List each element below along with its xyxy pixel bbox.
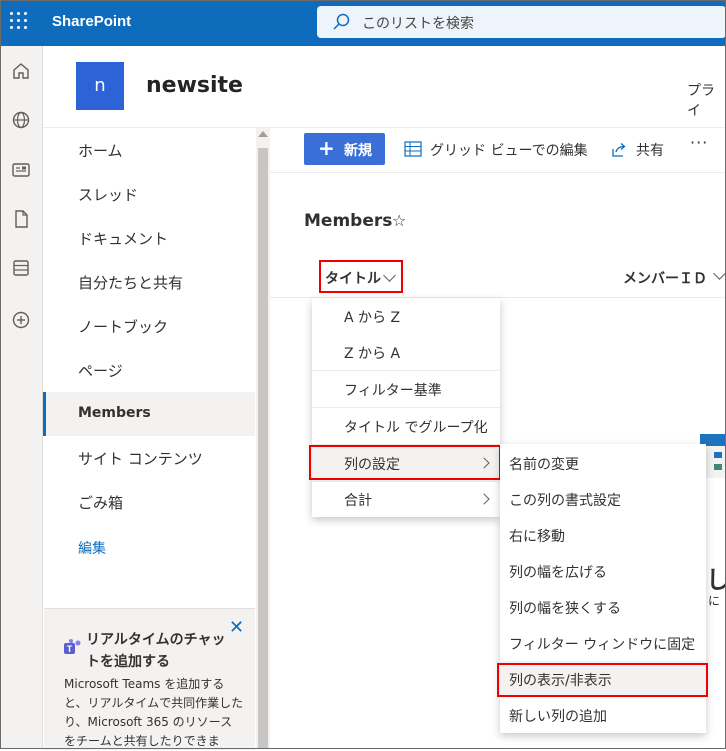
menu-item-label: A から Z [344, 310, 401, 326]
nav-item-notebook[interactable]: ノートブック [43, 304, 255, 348]
chevron-right-icon [478, 457, 490, 469]
nav-item-pages[interactable]: ページ [43, 348, 255, 392]
suite-bar: SharePoint このリストを検索 [0, 0, 726, 46]
plus-icon: + [318, 136, 335, 160]
promo-title: リアルタイムのチャットを追加する [86, 632, 226, 670]
empty-state-text: に [708, 594, 721, 608]
search-box[interactable]: このリストを検索 [317, 6, 726, 38]
nav-item-shared[interactable]: 自分たちと共有 [43, 260, 255, 304]
empty-state-heading: し [706, 566, 726, 594]
app-rail [0, 46, 43, 749]
grid-icon [404, 141, 422, 157]
nav-item-threads[interactable]: スレッド [43, 172, 255, 216]
nav-item-label: ドキュメント [78, 230, 169, 248]
column-header-label: タイトル [325, 271, 381, 287]
menu-item-label: Z から A [344, 346, 401, 362]
nav-item-home[interactable]: ホーム [43, 128, 255, 172]
search-icon [333, 13, 350, 30]
menu-item-totals[interactable]: 合計 [312, 481, 500, 517]
submenu-item-show-hide-columns[interactable]: 列の表示/非表示 [500, 661, 706, 697]
submenu-item-label: 名前の変更 [509, 457, 579, 473]
nav-item-label: サイト コンテンツ [78, 450, 203, 468]
nav-edit-link[interactable]: 編集 [78, 538, 106, 558]
nav-item-label: スレッド [78, 186, 139, 204]
command-bar-divider [270, 172, 726, 173]
site-logo[interactable]: n [76, 62, 124, 110]
nav-item-documents[interactable]: ドキュメント [43, 216, 255, 260]
menu-item-group-by[interactable]: タイトル でグループ化 [312, 408, 500, 444]
menu-item-sort-a-z[interactable]: A から Z [312, 298, 500, 334]
share-label: 共有 [636, 143, 664, 159]
submenu-item-label: 列の幅を広げる [509, 565, 607, 581]
home-icon[interactable] [8, 58, 34, 84]
menu-item-sort-z-a[interactable]: Z から A [312, 334, 500, 370]
add-circle-icon[interactable] [8, 307, 34, 333]
grid-edit-label: グリッド ビューでの編集 [430, 143, 588, 159]
column-header-member-id[interactable]: メンバーＩＤ [623, 268, 707, 288]
submenu-item-pin-to-filter[interactable]: フィルター ウィンドウに固定 [500, 625, 706, 661]
news-icon[interactable] [8, 157, 34, 183]
teams-icon: T [64, 639, 81, 654]
submenu-item-label: 列の幅を狭くする [509, 601, 621, 617]
nav-item-label: ホーム [78, 142, 123, 160]
chevron-right-icon [478, 493, 490, 505]
chevron-down-icon[interactable] [713, 267, 726, 280]
site-title[interactable]: newsite [146, 73, 243, 98]
nav-item-site-contents[interactable]: サイト コンテンツ [43, 436, 255, 480]
share-icon [612, 143, 626, 157]
submenu-item-label: この列の書式設定 [509, 493, 621, 509]
menu-item-label: 列の設定 [344, 457, 400, 473]
menu-item-column-settings[interactable]: 列の設定 [312, 445, 500, 481]
menu-item-label: タイトル でグループ化 [344, 420, 488, 436]
nav-item-label: ノートブック [78, 318, 169, 336]
new-button-label: 新規 [344, 143, 372, 159]
header-privacy-text: プライ [687, 83, 715, 119]
document-icon[interactable] [8, 206, 34, 232]
submenu-item-move-right[interactable]: 右に移動 [500, 517, 706, 553]
search-input[interactable]: このリストを検索 [362, 13, 474, 33]
column-header-title[interactable]: タイトル [319, 260, 403, 293]
menu-item-label: 合計 [344, 493, 372, 509]
submenu-item-label: 新しい列の追加 [509, 709, 607, 725]
submenu-item-label: 右に移動 [509, 529, 565, 545]
submenu-item-label: フィルター ウィンドウに固定 [509, 637, 696, 653]
submenu-item-narrow-column[interactable]: 列の幅を狭くする [500, 589, 706, 625]
nav-item-label: 自分たちと共有 [78, 274, 184, 292]
column-settings-submenu: 名前の変更 この列の書式設定 右に移動 列の幅を広げる 列の幅を狭くする フィル… [500, 444, 706, 733]
nav-item-members[interactable]: Members [43, 392, 255, 436]
nav-item-label: ごみ箱 [78, 494, 124, 512]
submenu-item-rename[interactable]: 名前の変更 [500, 445, 706, 481]
more-options-icon[interactable]: ··· [690, 133, 708, 152]
scroll-up-arrow-icon[interactable] [258, 131, 268, 137]
submenu-item-label: 列の表示/非表示 [509, 673, 612, 689]
list-title: Members [304, 211, 393, 231]
list-icon[interactable] [8, 255, 34, 281]
column-context-menu: A から Z Z から A フィルター基準 タイトル でグループ化 列の設定 合… [312, 298, 500, 517]
brand-label[interactable]: SharePoint [52, 13, 131, 30]
favorite-star-icon[interactable]: ☆ [392, 211, 406, 230]
menu-item-label: フィルター基準 [344, 383, 442, 399]
submenu-item-add-column[interactable]: 新しい列の追加 [500, 697, 706, 733]
menu-item-filter-by[interactable]: フィルター基準 [312, 371, 500, 407]
submenu-item-widen-column[interactable]: 列の幅を広げる [500, 553, 706, 589]
svg-text:T: T [67, 644, 73, 654]
submenu-item-format-column[interactable]: この列の書式設定 [500, 481, 706, 517]
globe-icon[interactable] [8, 107, 34, 133]
nav-scrollbar-thumb[interactable] [258, 148, 268, 749]
nav-item-label: Members [78, 405, 151, 421]
nav-item-label: ページ [78, 362, 123, 380]
app-launcher-icon[interactable] [10, 12, 30, 32]
chevron-down-icon [383, 269, 396, 282]
promo-body: Microsoft Teams を追加すると、リアルタイムで共同作業したり、Mi… [64, 677, 244, 748]
nav-item-recycle-bin[interactable]: ごみ箱 [43, 480, 255, 524]
new-button[interactable]: + 新規 [304, 133, 385, 165]
